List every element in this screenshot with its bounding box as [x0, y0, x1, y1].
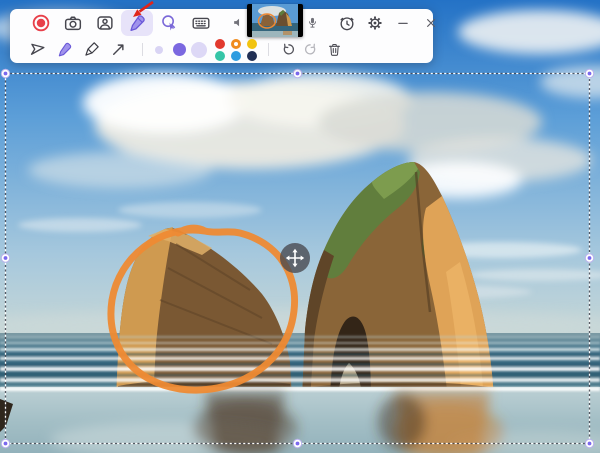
- color-swatches: [212, 38, 260, 62]
- move-icon: [283, 246, 307, 270]
- stroke-size-large[interactable]: [189, 37, 209, 63]
- select-tool-button[interactable]: [24, 37, 51, 63]
- swatch-orange-selected[interactable]: [231, 39, 241, 49]
- callout-arrow: [125, 0, 165, 22]
- swatch-blue[interactable]: [231, 51, 241, 61]
- arrow-icon: [109, 40, 128, 59]
- pencil-tool-button[interactable]: [51, 37, 78, 63]
- clock-icon: [337, 13, 357, 33]
- handle-left-middle[interactable]: [1, 254, 9, 262]
- gear-icon: [365, 13, 385, 33]
- redo-icon: [302, 41, 319, 58]
- pen-icon: [82, 40, 101, 59]
- swatch-teal[interactable]: [215, 51, 225, 61]
- handle-bottom-center[interactable]: [293, 439, 301, 447]
- caption-button[interactable]: [185, 10, 217, 36]
- swatch-navy[interactable]: [247, 51, 257, 61]
- handle-right-middle[interactable]: [585, 254, 593, 262]
- handle-top-center[interactable]: [293, 69, 301, 77]
- divider: [142, 43, 143, 56]
- preview-image: [247, 4, 303, 37]
- beach-photo: [0, 0, 600, 453]
- close-icon: [422, 14, 440, 32]
- capture-toolbar: [10, 9, 433, 63]
- toolbar-draw-row: [10, 36, 433, 63]
- divider: [268, 43, 269, 56]
- keyboard-icon: [190, 12, 212, 34]
- video-preview-thumbnail[interactable]: [247, 4, 303, 37]
- camera-icon: [62, 12, 84, 34]
- trash-icon: [326, 41, 343, 58]
- minimize-icon: [394, 14, 412, 32]
- snapshot-button[interactable]: [89, 10, 121, 36]
- record-button[interactable]: [25, 10, 57, 36]
- camera-button[interactable]: [57, 10, 89, 36]
- capture-region-border: [0, 0, 600, 453]
- stroke-size-medium[interactable]: [169, 37, 189, 63]
- close-button[interactable]: [418, 10, 444, 36]
- pencil-active-icon: [55, 40, 74, 59]
- record-icon: [30, 12, 52, 34]
- redo-button[interactable]: [299, 37, 321, 63]
- timer-button[interactable]: [334, 10, 360, 36]
- swatch-red[interactable]: [215, 39, 225, 49]
- delete-button[interactable]: [323, 37, 345, 63]
- image-icon: [94, 12, 116, 34]
- left-rock: [116, 227, 292, 400]
- minimize-button[interactable]: [390, 10, 416, 36]
- handle-bottom-right[interactable]: [585, 439, 593, 447]
- stroke-size-small[interactable]: [149, 37, 169, 63]
- settings-button[interactable]: [362, 10, 388, 36]
- microphone-toggle[interactable]: [303, 10, 321, 36]
- handle-bottom-left[interactable]: [1, 439, 9, 447]
- cursor-icon: [28, 40, 47, 59]
- right-rock: [302, 162, 494, 400]
- undo-button[interactable]: [277, 37, 299, 63]
- swatch-yellow[interactable]: [247, 39, 257, 49]
- arrow-tool-button[interactable]: [105, 37, 132, 63]
- speaker-toggle[interactable]: [229, 10, 247, 36]
- handle-top-right[interactable]: [585, 69, 593, 77]
- undo-icon: [280, 41, 297, 58]
- toolbar-main-row: [10, 9, 433, 36]
- pen-tool-button[interactable]: [78, 37, 105, 63]
- move-region-handle[interactable]: [280, 243, 310, 273]
- speaker-icon: [232, 16, 245, 29]
- ellipse-annotation[interactable]: [111, 228, 295, 390]
- microphone-icon: [306, 16, 319, 29]
- handle-top-left[interactable]: [1, 69, 9, 77]
